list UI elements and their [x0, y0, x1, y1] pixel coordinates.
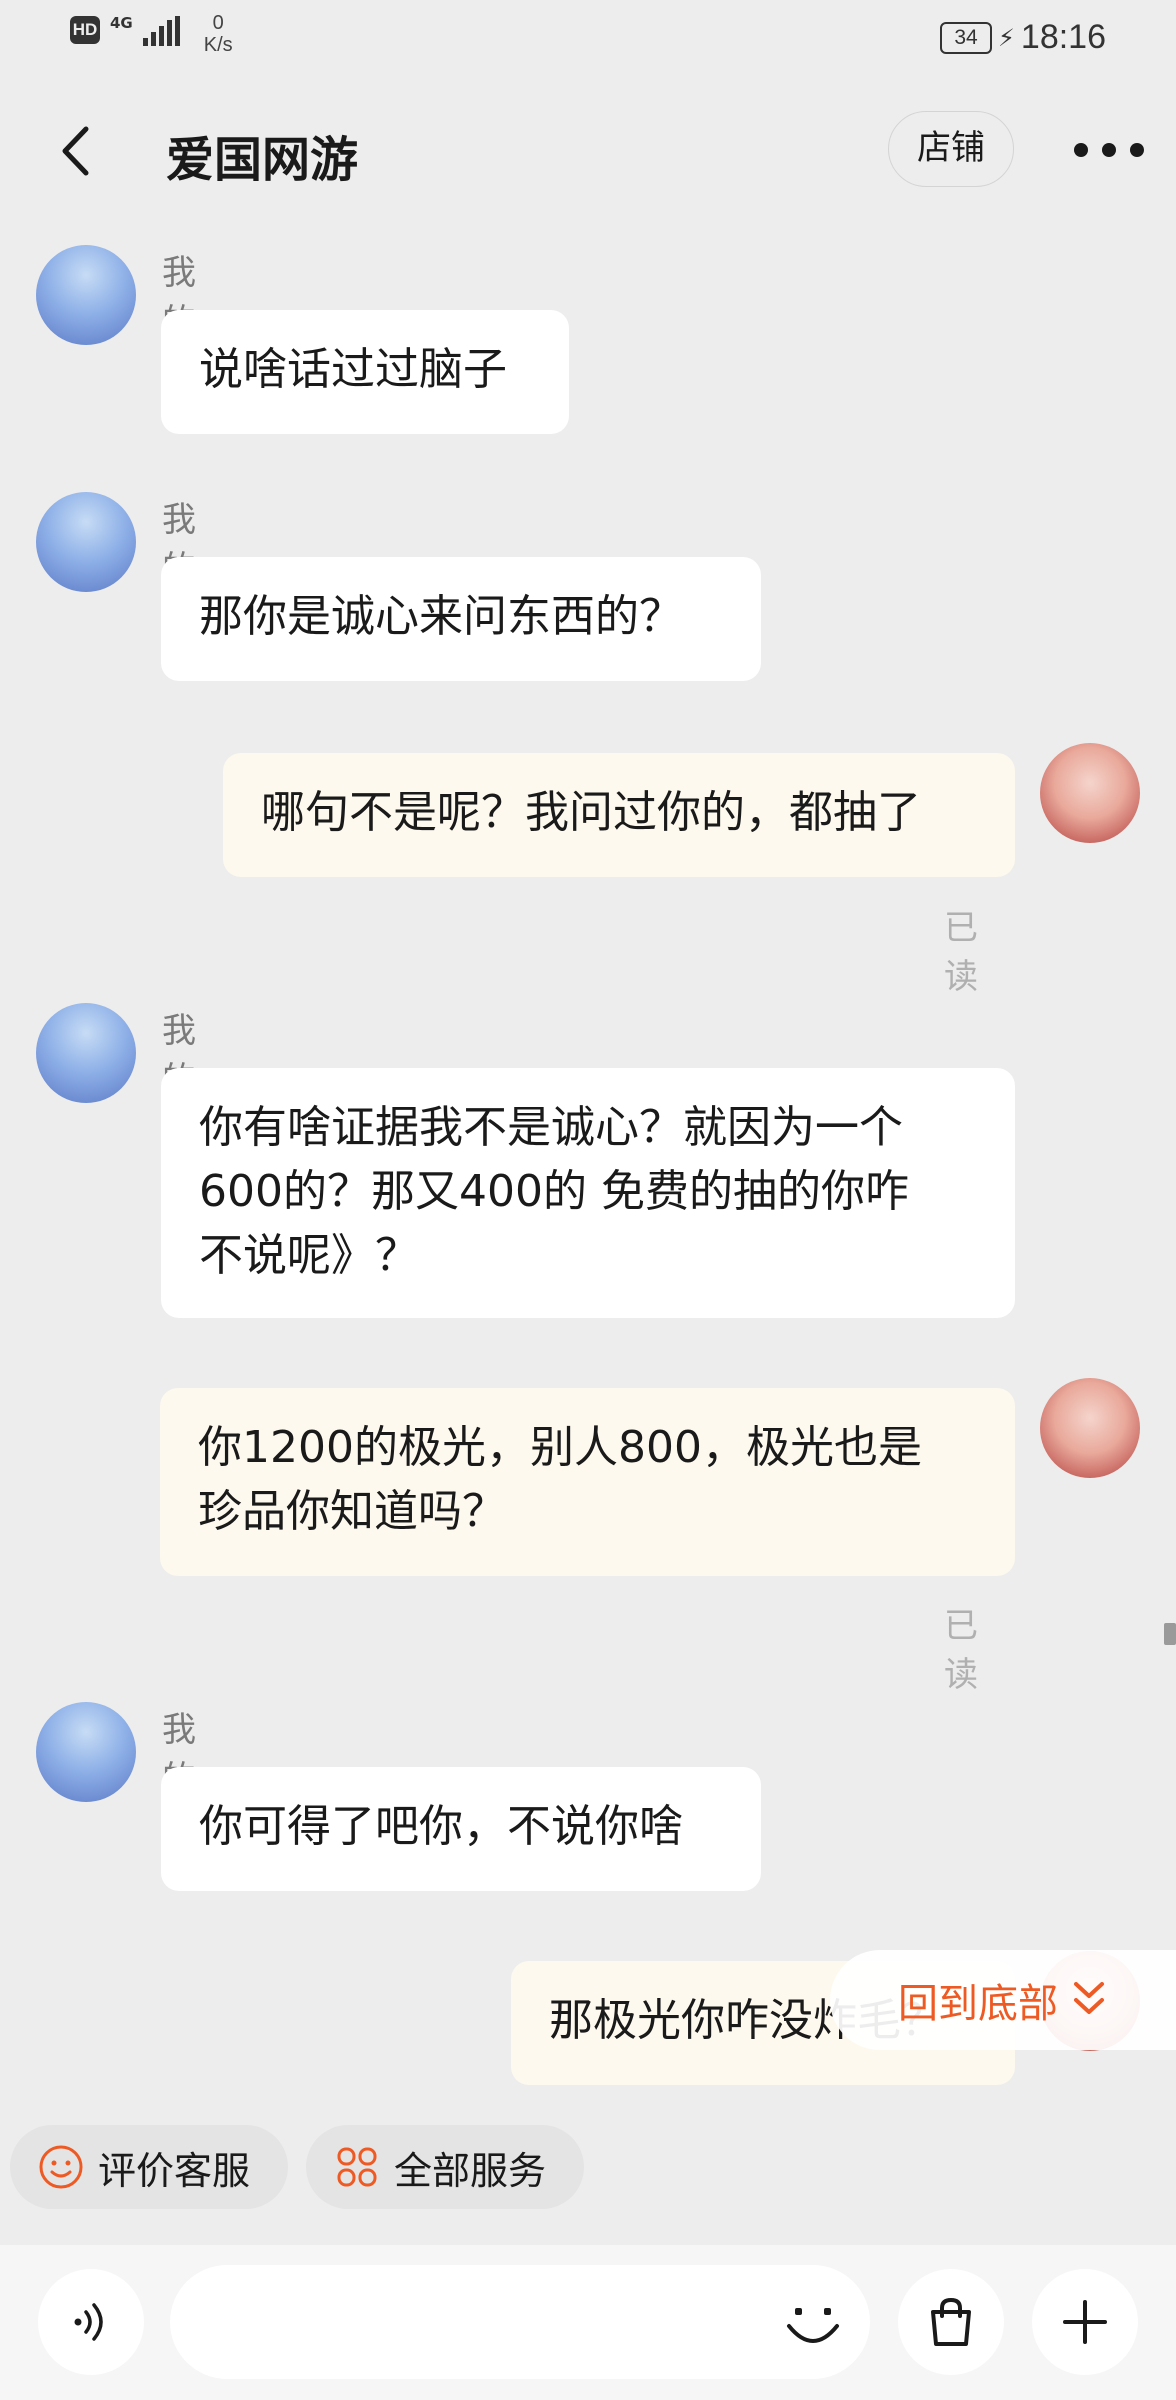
avatar[interactable] [36, 492, 136, 592]
jump-to-bottom-button[interactable]: 回到底部 [830, 1950, 1176, 2050]
scrollbar-thumb[interactable] [1164, 1623, 1176, 1645]
emoji-icon [787, 2308, 839, 2343]
chevron-left-icon [62, 126, 89, 176]
rate-service-button[interactable]: 评价客服 [10, 2125, 288, 2209]
all-services-button[interactable]: 全部服务 [306, 2125, 584, 2209]
message-line: 你1200的极光，别人800，极光也是 [198, 1422, 922, 1473]
read-receipt: 已读 [944, 908, 978, 997]
message-line: 珍品你知道吗？ [198, 1486, 506, 1537]
avatar[interactable] [36, 1003, 136, 1103]
message-bubble[interactable]: 说啥话过过脑子 [161, 310, 569, 434]
avatar[interactable] [36, 1702, 136, 1802]
message-bubble[interactable]: 你有啥证据我不是诚心？就因为一个 600的？那又400的 免费的抽的你咋 不说呢… [161, 1068, 1015, 1318]
signal-icon [142, 16, 180, 46]
more-dot-icon [1074, 143, 1088, 157]
plus-icon [1063, 2300, 1107, 2344]
message-bubble[interactable]: 那你是诚心来问东西的？ [161, 557, 761, 681]
smiley-icon [39, 2145, 83, 2189]
jump-to-bottom-label: 回到底部 [898, 1981, 1058, 2027]
services-grid-icon [337, 2147, 377, 2187]
message-line: 600的？那又400的 免费的抽的你咋 [199, 1166, 909, 1217]
charging-icon: ⚡ [998, 23, 1015, 52]
hd-indicator: HD [70, 16, 100, 44]
status-bar: HD 4G 0 K/s 34 ⚡ 18:16 [0, 0, 1176, 75]
message-list[interactable]: 我的家229 说啥话过过脑子 我的家229 那你是诚心来问东西的？ 哪句不是呢？… [0, 225, 1176, 2115]
battery-icon: 34 [940, 21, 993, 54]
network-type: 4G [110, 14, 133, 32]
chat-header: 爱国网游 店铺 [0, 75, 1176, 225]
message-input[interactable] [170, 2265, 870, 2379]
message-bubble[interactable]: 你1200的极光，别人800，极光也是 珍品你知道吗？ [160, 1388, 1015, 1576]
more-options-button[interactable] [1074, 133, 1144, 167]
voice-icon [74, 2303, 103, 2341]
more-actions-button[interactable] [1032, 2269, 1138, 2375]
back-button[interactable] [50, 121, 100, 181]
read-receipt: 已读 [944, 1606, 978, 1695]
emoji-button[interactable] [778, 2289, 848, 2359]
shopping-bag-button[interactable] [898, 2269, 1004, 2375]
network-speed: 0 K/s [203, 12, 233, 56]
message-line: 你有啥证据我不是诚心？就因为一个 [199, 1102, 903, 1153]
rate-service-label: 评价客服 [98, 2148, 251, 2193]
input-bar [0, 2245, 1176, 2400]
page-title: 爱国网游 [166, 132, 359, 188]
message-line: 不说呢》？ [199, 1230, 419, 1281]
all-services-label: 全部服务 [394, 2148, 547, 2193]
voice-button[interactable] [38, 2269, 144, 2375]
double-chevron-down-icon [1074, 1982, 1104, 2014]
shopping-bag-icon [931, 2297, 971, 2346]
clock: 18:16 [1020, 18, 1106, 56]
message-bubble[interactable]: 哪句不是呢？我问过你的，都抽了 [223, 753, 1015, 877]
avatar[interactable] [1040, 1378, 1140, 1478]
store-button[interactable]: 店铺 [888, 111, 1014, 187]
message-bubble[interactable]: 你可得了吧你，不说你啥 [161, 1767, 761, 1891]
avatar[interactable] [36, 245, 136, 345]
avatar[interactable] [1040, 743, 1140, 843]
